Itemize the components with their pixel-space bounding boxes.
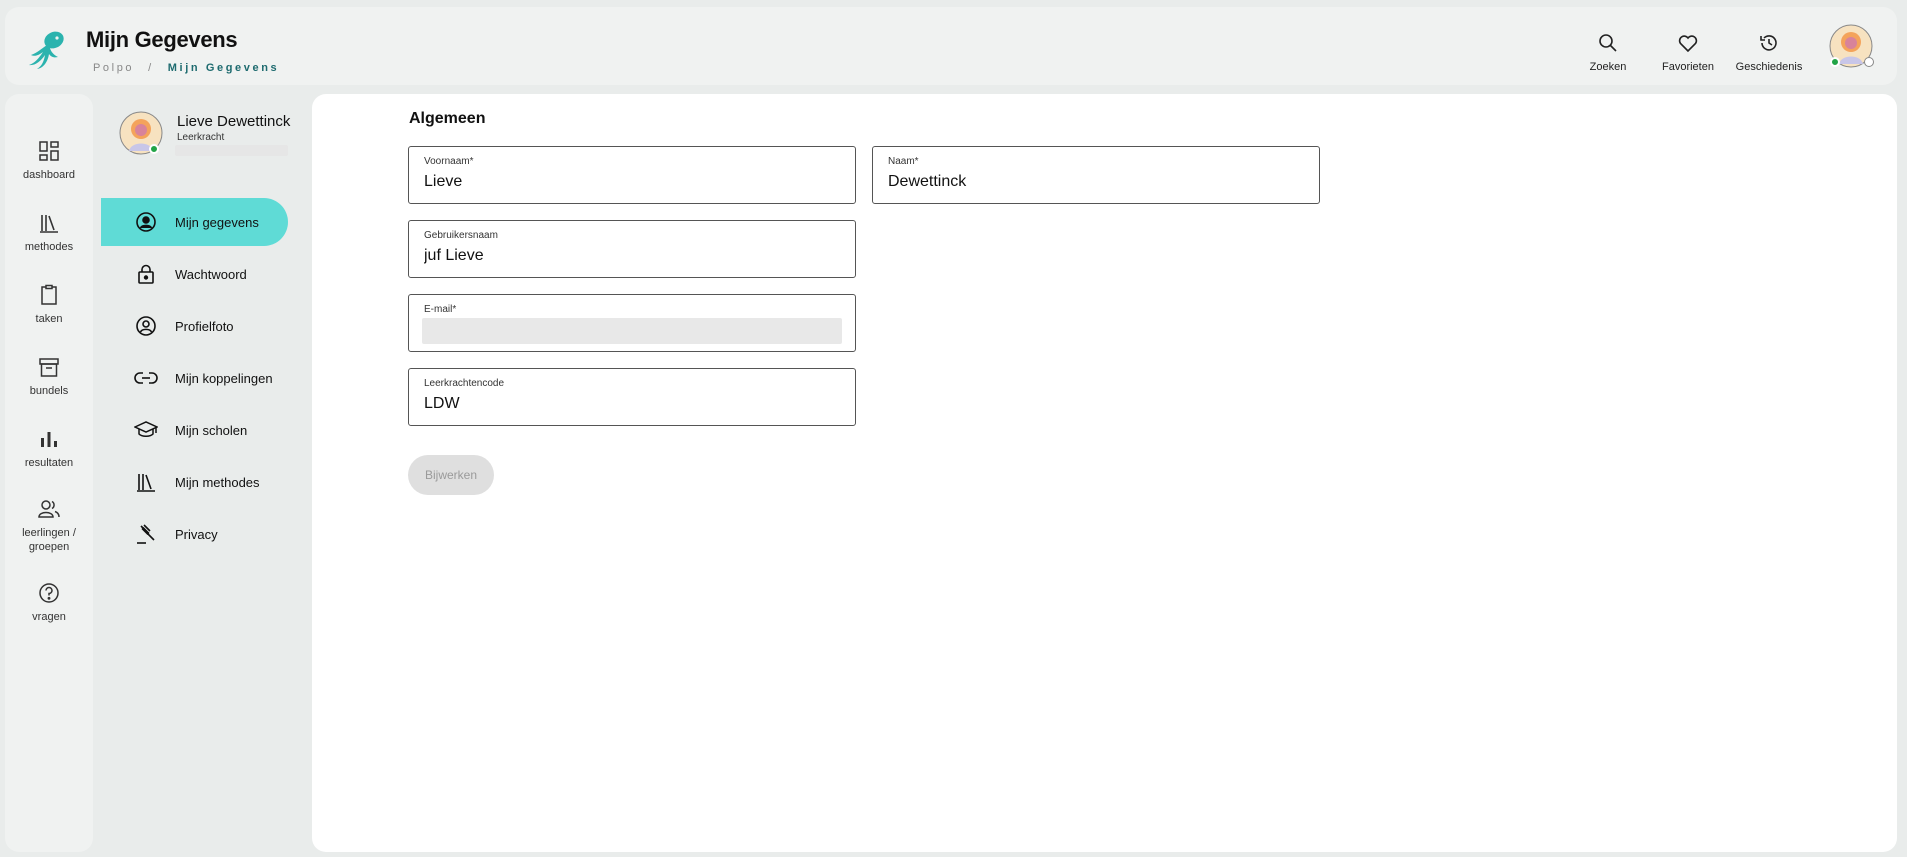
first-name-input[interactable] [424,173,824,191]
email-label: E-mail* [424,304,457,315]
users-icon [38,500,60,518]
rail-label-dashboard: dashboard [23,169,75,181]
menu-label-mijn-methodes: Mijn methodes [175,474,260,490]
menu-label-mijn-scholen: Mijn scholen [175,422,248,438]
breadcrumb-root[interactable]: Polpo [93,62,134,74]
breadcrumb-current: Mijn Gegevens [167,62,280,74]
rail-item-bundels[interactable]: bundels [5,356,93,398]
teacher-code-input[interactable] [424,395,824,413]
rail-label-methodes: methodes [24,241,74,253]
rail-label-bundels: bundels [29,385,69,397]
history-label: Geschiedenis [1735,61,1803,73]
top-user-avatar[interactable] [1829,24,1875,70]
rail-item-dashboard[interactable]: dashboard [5,140,93,182]
help-icon [39,583,59,603]
online-status-dot [1830,57,1840,67]
lock-icon [134,262,158,286]
section-title-algemeen: Algemeen [409,110,486,127]
octopus-logo-icon[interactable] [25,27,69,71]
menu-label-mijn-koppelingen: Mijn koppelingen [175,370,273,386]
history-icon [1760,35,1777,51]
menu-item-mijn-koppelingen[interactable]: Mijn koppelingen [101,354,288,402]
settings-badge-icon [1864,57,1874,67]
rail-label-resultaten: resultaten [24,457,74,469]
search-label: Zoeken [1589,61,1627,73]
email-field[interactable]: E-mail* [408,294,856,352]
search-button[interactable]: Zoeken [1578,31,1638,73]
rail-item-resultaten[interactable]: resultaten [5,428,93,470]
breadcrumb: Polpo / Mijn Gegevens [93,62,279,74]
profile-info-bar [175,145,288,156]
user-circle-icon [134,210,158,234]
rail-item-leerlingen-groepen[interactable]: leerlingen / groepen [9,498,89,554]
menu-item-profielfoto[interactable]: Profielfoto [101,302,288,350]
teacher-code-label: Leerkrachtencode [424,378,505,389]
navigation-rail: dashboard methodes taken bundels resulta… [5,94,93,852]
account-circle-icon [134,314,158,338]
archive-icon [39,358,59,377]
menu-item-privacy[interactable]: Privacy [101,510,288,558]
rail-item-taken[interactable]: taken [5,284,93,326]
favorites-label: Favorieten [1662,61,1714,73]
link-icon [134,366,158,390]
username-input[interactable] [424,247,824,265]
menu-item-wachtwoord[interactable]: Wachtwoord [101,250,288,298]
page-title: Mijn Gegevens [86,27,238,52]
rail-item-methodes[interactable]: methodes [5,212,93,254]
rail-label-vragen: vragen [32,611,66,623]
first-name-label: Voornaam* [424,156,474,167]
profile-status-dot [149,144,159,154]
favorites-button[interactable]: Favorieten [1653,31,1723,73]
gavel-icon [134,522,158,546]
breadcrumb-separator: / [148,62,154,74]
last-name-field[interactable]: Naam* [872,146,1320,204]
top-bar: Mijn Gegevens Polpo / Mijn Gegevens Zoeken… [5,7,1897,85]
last-name-input[interactable] [888,173,1288,191]
menu-item-mijn-scholen[interactable]: Mijn scholen [101,406,288,454]
email-value-redacted[interactable] [422,318,842,344]
profile-role: Leerkracht [177,132,225,143]
teacher-code-field[interactable]: Leerkrachtencode [408,368,856,426]
bar-chart-icon [41,432,57,447]
menu-label-wachtwoord: Wachtwoord [175,266,247,282]
dashboard-icon [39,141,59,161]
last-name-label: Naam* [888,156,919,167]
first-name-field[interactable]: Voornaam* [408,146,856,204]
rail-item-vragen[interactable]: vragen [5,582,93,624]
books-icon [134,470,158,494]
search-icon [1599,34,1617,52]
main-panel [312,94,1897,852]
profile-avatar[interactable] [119,111,165,157]
clipboard-icon [41,284,57,305]
history-button[interactable]: Geschiedenis [1729,31,1809,73]
menu-item-mijn-gegevens[interactable]: Mijn gegevens [101,198,288,246]
username-label: Gebruikersnaam [424,230,498,241]
books-icon [40,215,58,233]
menu-label-profielfoto: Profielfoto [175,318,234,334]
username-field[interactable]: Gebruikersnaam [408,220,856,278]
menu-item-mijn-methodes[interactable]: Mijn methodes [101,458,288,506]
rail-label-taken: taken [35,313,63,325]
update-button[interactable]: Bijwerken [408,455,494,495]
menu-label-privacy: Privacy [175,526,218,542]
school-icon [134,418,158,442]
rail-label-leerlingen-groepen: leerlingen / groepen [22,527,76,553]
profile-name: Lieve Dewettinck [177,113,291,130]
menu-label-mijn-gegevens: Mijn gegevens [175,214,259,230]
heart-icon [1678,35,1698,53]
